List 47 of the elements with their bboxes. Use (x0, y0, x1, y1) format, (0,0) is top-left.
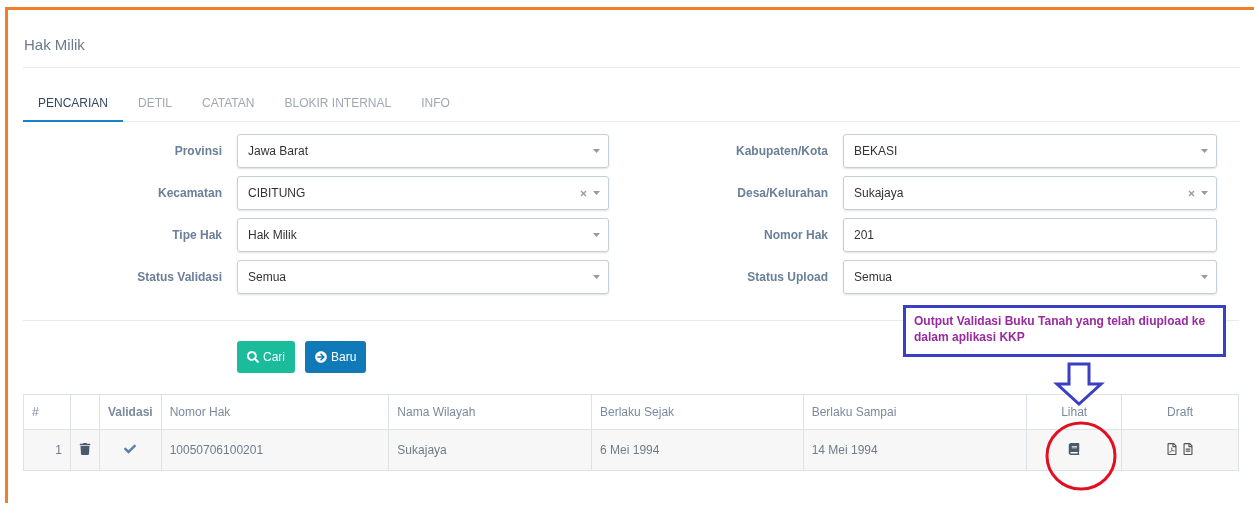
caret-icon (1201, 149, 1208, 153)
down-arrow-icon (1053, 362, 1105, 406)
select-field[interactable]: CIBITUNG (237, 176, 609, 210)
column-header: Berlaku Sejak (591, 394, 804, 430)
select-field[interactable]: Sukajaya (843, 176, 1217, 210)
column-header: Draft (1121, 394, 1239, 430)
field-label: Tipe Hak (171, 228, 222, 242)
field-label: Status Validasi (136, 270, 222, 284)
select-field[interactable]: Semua (237, 260, 609, 294)
caret-icon (593, 233, 600, 237)
field-label: Kabupaten/Kota (735, 144, 828, 158)
new-button[interactable]: Baru (305, 341, 367, 373)
pdf-file-icon[interactable] (1166, 442, 1179, 455)
caret-icon (593, 191, 600, 195)
trash-icon[interactable] (78, 442, 91, 455)
table-cell: 1 (23, 429, 71, 471)
column-header: Nomor Hak (161, 394, 389, 430)
field-label: Nomor Hak (763, 228, 828, 242)
table-cell: 6 Mei 1994 (591, 429, 804, 471)
caret-icon (593, 275, 600, 279)
caret-icon (593, 149, 600, 153)
caret-icon (1201, 191, 1208, 195)
table-cell: 14 Mei 1994 (803, 429, 1027, 471)
select-field[interactable]: Semua (843, 260, 1217, 294)
field-label: Desa/Kelurahan (736, 186, 828, 200)
annotation-note: Output Validasi Buku Tanah yang telah diupload ke dalam aplikasi KKP (903, 305, 1226, 357)
document-icon[interactable] (1182, 442, 1195, 455)
column-header: Berlaku Sampai (803, 394, 1027, 430)
table-cell: 10050706100201 (161, 429, 389, 471)
input-field[interactable]: 201 (843, 218, 1217, 252)
column-header: Nama Wilayah (388, 394, 592, 430)
search-icon (247, 351, 259, 363)
field-label: Provinsi (173, 144, 222, 158)
column-header: # (23, 394, 71, 430)
clear-icon[interactable] (580, 189, 587, 197)
select-field[interactable]: BEKASI (843, 134, 1217, 168)
field-label: Kecamatan (156, 186, 222, 200)
table-cell: Sukajaya (388, 429, 592, 471)
column-header: Validasi (99, 394, 162, 430)
page-title: Hak Milik (23, 10, 1239, 68)
select-field[interactable]: Hak Milik (237, 218, 609, 252)
clear-icon[interactable] (1188, 189, 1195, 197)
field-label: Status Upload (746, 270, 828, 284)
select-field[interactable]: Jawa Barat (237, 134, 609, 168)
tab[interactable]: PENCARIAN (23, 90, 123, 122)
caret-icon (1201, 275, 1208, 279)
book-icon[interactable] (1068, 442, 1081, 455)
